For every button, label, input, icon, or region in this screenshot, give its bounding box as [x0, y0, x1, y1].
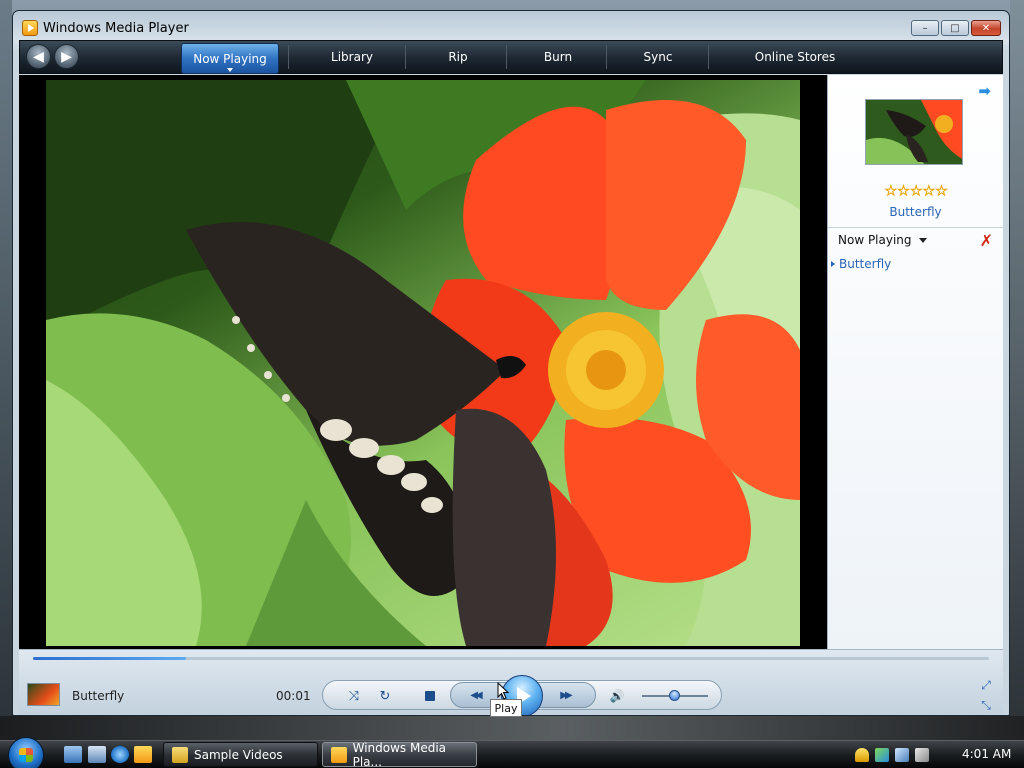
tab-now-playing[interactable]: Now Playing: [181, 43, 279, 74]
playing-indicator-icon: [831, 261, 835, 267]
taskbar-button-label: Windows Media Pla...: [352, 740, 447, 768]
volume-slider[interactable]: [642, 690, 708, 701]
tab-sync[interactable]: Sync: [608, 41, 708, 73]
album-title-link[interactable]: Butterfly: [828, 205, 1003, 219]
shuffle-icon[interactable]: ⤨: [344, 686, 364, 706]
taskbar-button-label: Sample Videos: [194, 747, 283, 762]
playlist-item[interactable]: Butterfly: [831, 257, 891, 271]
folder-icon: [172, 746, 188, 763]
tab-label: Online Stores: [754, 50, 836, 64]
list-pane: ➡ ★ ★ ★ ★ ★ Butterfly Now Playing ✗ Butt…: [827, 75, 1003, 649]
tab-library[interactable]: Library: [302, 41, 402, 73]
volume-knob[interactable]: [669, 690, 680, 701]
star-icon[interactable]: ★: [910, 184, 923, 199]
taskbar: Sample Videos Windows Media Pla... 4:01 …: [0, 737, 1024, 768]
close-button[interactable]: ✕: [971, 20, 1001, 36]
star-icon[interactable]: ★: [897, 184, 910, 199]
dropdown-arrow-icon[interactable]: [227, 68, 233, 72]
previous-icon[interactable]: ◀◀: [465, 685, 485, 705]
list-header-label: Now Playing: [838, 233, 912, 247]
butterfly-thumbnail-image: [866, 100, 962, 164]
clear-list-icon[interactable]: ✗: [980, 231, 993, 250]
tab-label: Library: [331, 50, 373, 64]
system-tray: [855, 742, 929, 767]
desktop-left-edge: [0, 0, 12, 740]
switch-to-compact-mode-icon[interactable]: ⤡: [979, 698, 993, 712]
nav-separator: [708, 45, 709, 69]
network-icon[interactable]: [895, 747, 909, 762]
pane-divider: [828, 227, 1003, 228]
tab-label: Burn: [543, 50, 573, 64]
arrow-right-icon[interactable]: ➡: [978, 82, 991, 100]
tab-label: Sync: [643, 50, 673, 64]
album-art-thumbnail[interactable]: [865, 99, 963, 165]
internet-explorer-icon[interactable]: [111, 746, 129, 763]
nav-separator: [606, 45, 607, 69]
current-track-title: Butterfly: [72, 689, 125, 703]
tab-label: Rip: [448, 50, 468, 64]
switch-to-full-mode-icon[interactable]: ⤢: [979, 678, 993, 692]
seek-bar[interactable]: [33, 657, 989, 660]
rating-stars[interactable]: ★ ★ ★ ★ ★: [885, 184, 948, 199]
now-playing-list-menu[interactable]: Now Playing: [838, 233, 927, 247]
forward-arrow-icon[interactable]: ▶: [54, 44, 79, 69]
mouse-cursor-icon: [497, 682, 509, 700]
windows-update-icon[interactable]: [875, 747, 889, 762]
nav-separator: [288, 45, 289, 69]
show-desktop-icon[interactable]: [64, 746, 82, 763]
nav-separator: [506, 45, 507, 69]
minimize-button[interactable]: –: [911, 20, 939, 36]
stop-icon: [425, 691, 435, 701]
play-tooltip: Play: [490, 699, 522, 717]
repeat-icon[interactable]: ↻: [375, 686, 395, 706]
star-icon[interactable]: ★: [935, 184, 948, 199]
media-player-icon: [331, 746, 347, 763]
next-icon[interactable]: ▶▶: [555, 685, 575, 705]
mute-icon[interactable]: 🔊: [607, 686, 627, 706]
start-button[interactable]: [8, 737, 44, 768]
security-shield-icon[interactable]: [855, 747, 869, 762]
tab-rip[interactable]: Rip: [408, 41, 508, 73]
tab-label: Now Playing: [193, 51, 267, 66]
media-player-window: Windows Media Player – □ ✕ ◀ ▶ Now Playi…: [12, 10, 1010, 716]
star-icon[interactable]: ★: [922, 184, 935, 199]
volume-muted-icon[interactable]: [915, 747, 929, 762]
tab-burn[interactable]: Burn: [508, 41, 608, 73]
switch-windows-icon[interactable]: [88, 746, 106, 763]
maximize-button[interactable]: □: [941, 20, 969, 36]
media-player-quicklaunch-icon[interactable]: [134, 746, 152, 763]
title-bar[interactable]: Windows Media Player – □ ✕: [13, 11, 1009, 39]
playlist-item-title: Butterfly: [839, 257, 892, 271]
taskbar-button-sample-videos[interactable]: Sample Videos: [163, 742, 318, 767]
video-area[interactable]: [19, 75, 827, 649]
taskbar-button-media-player[interactable]: Windows Media Pla...: [322, 740, 477, 768]
transport-controls: ⤨ ↻ ◀◀ ▶▶ 🔊: [322, 675, 722, 715]
desktop-strip: [0, 716, 1024, 740]
elapsed-time[interactable]: 00:01: [276, 689, 311, 703]
chevron-down-icon: [918, 237, 927, 243]
stop-button[interactable]: [420, 686, 440, 706]
nav-separator: [405, 45, 406, 69]
back-arrow-icon[interactable]: ◀: [26, 44, 51, 69]
window-title: Windows Media Player: [43, 21, 189, 36]
track-thumbnail: [27, 683, 60, 706]
tab-online-stores[interactable]: Online Stores: [720, 41, 870, 73]
seek-progress: [33, 657, 186, 660]
butterfly-video-image: [46, 80, 800, 646]
system-clock[interactable]: 4:01 AM: [962, 747, 1011, 761]
navigation-bar: ◀ ▶ Now Playing Library Rip Burn Sync On…: [19, 40, 1003, 74]
desktop-right-edge: [1010, 0, 1024, 740]
media-player-icon: [22, 20, 38, 36]
video-frame[interactable]: [46, 80, 800, 646]
window-controls: – □ ✕: [911, 20, 1001, 36]
star-icon[interactable]: ★: [885, 184, 898, 199]
